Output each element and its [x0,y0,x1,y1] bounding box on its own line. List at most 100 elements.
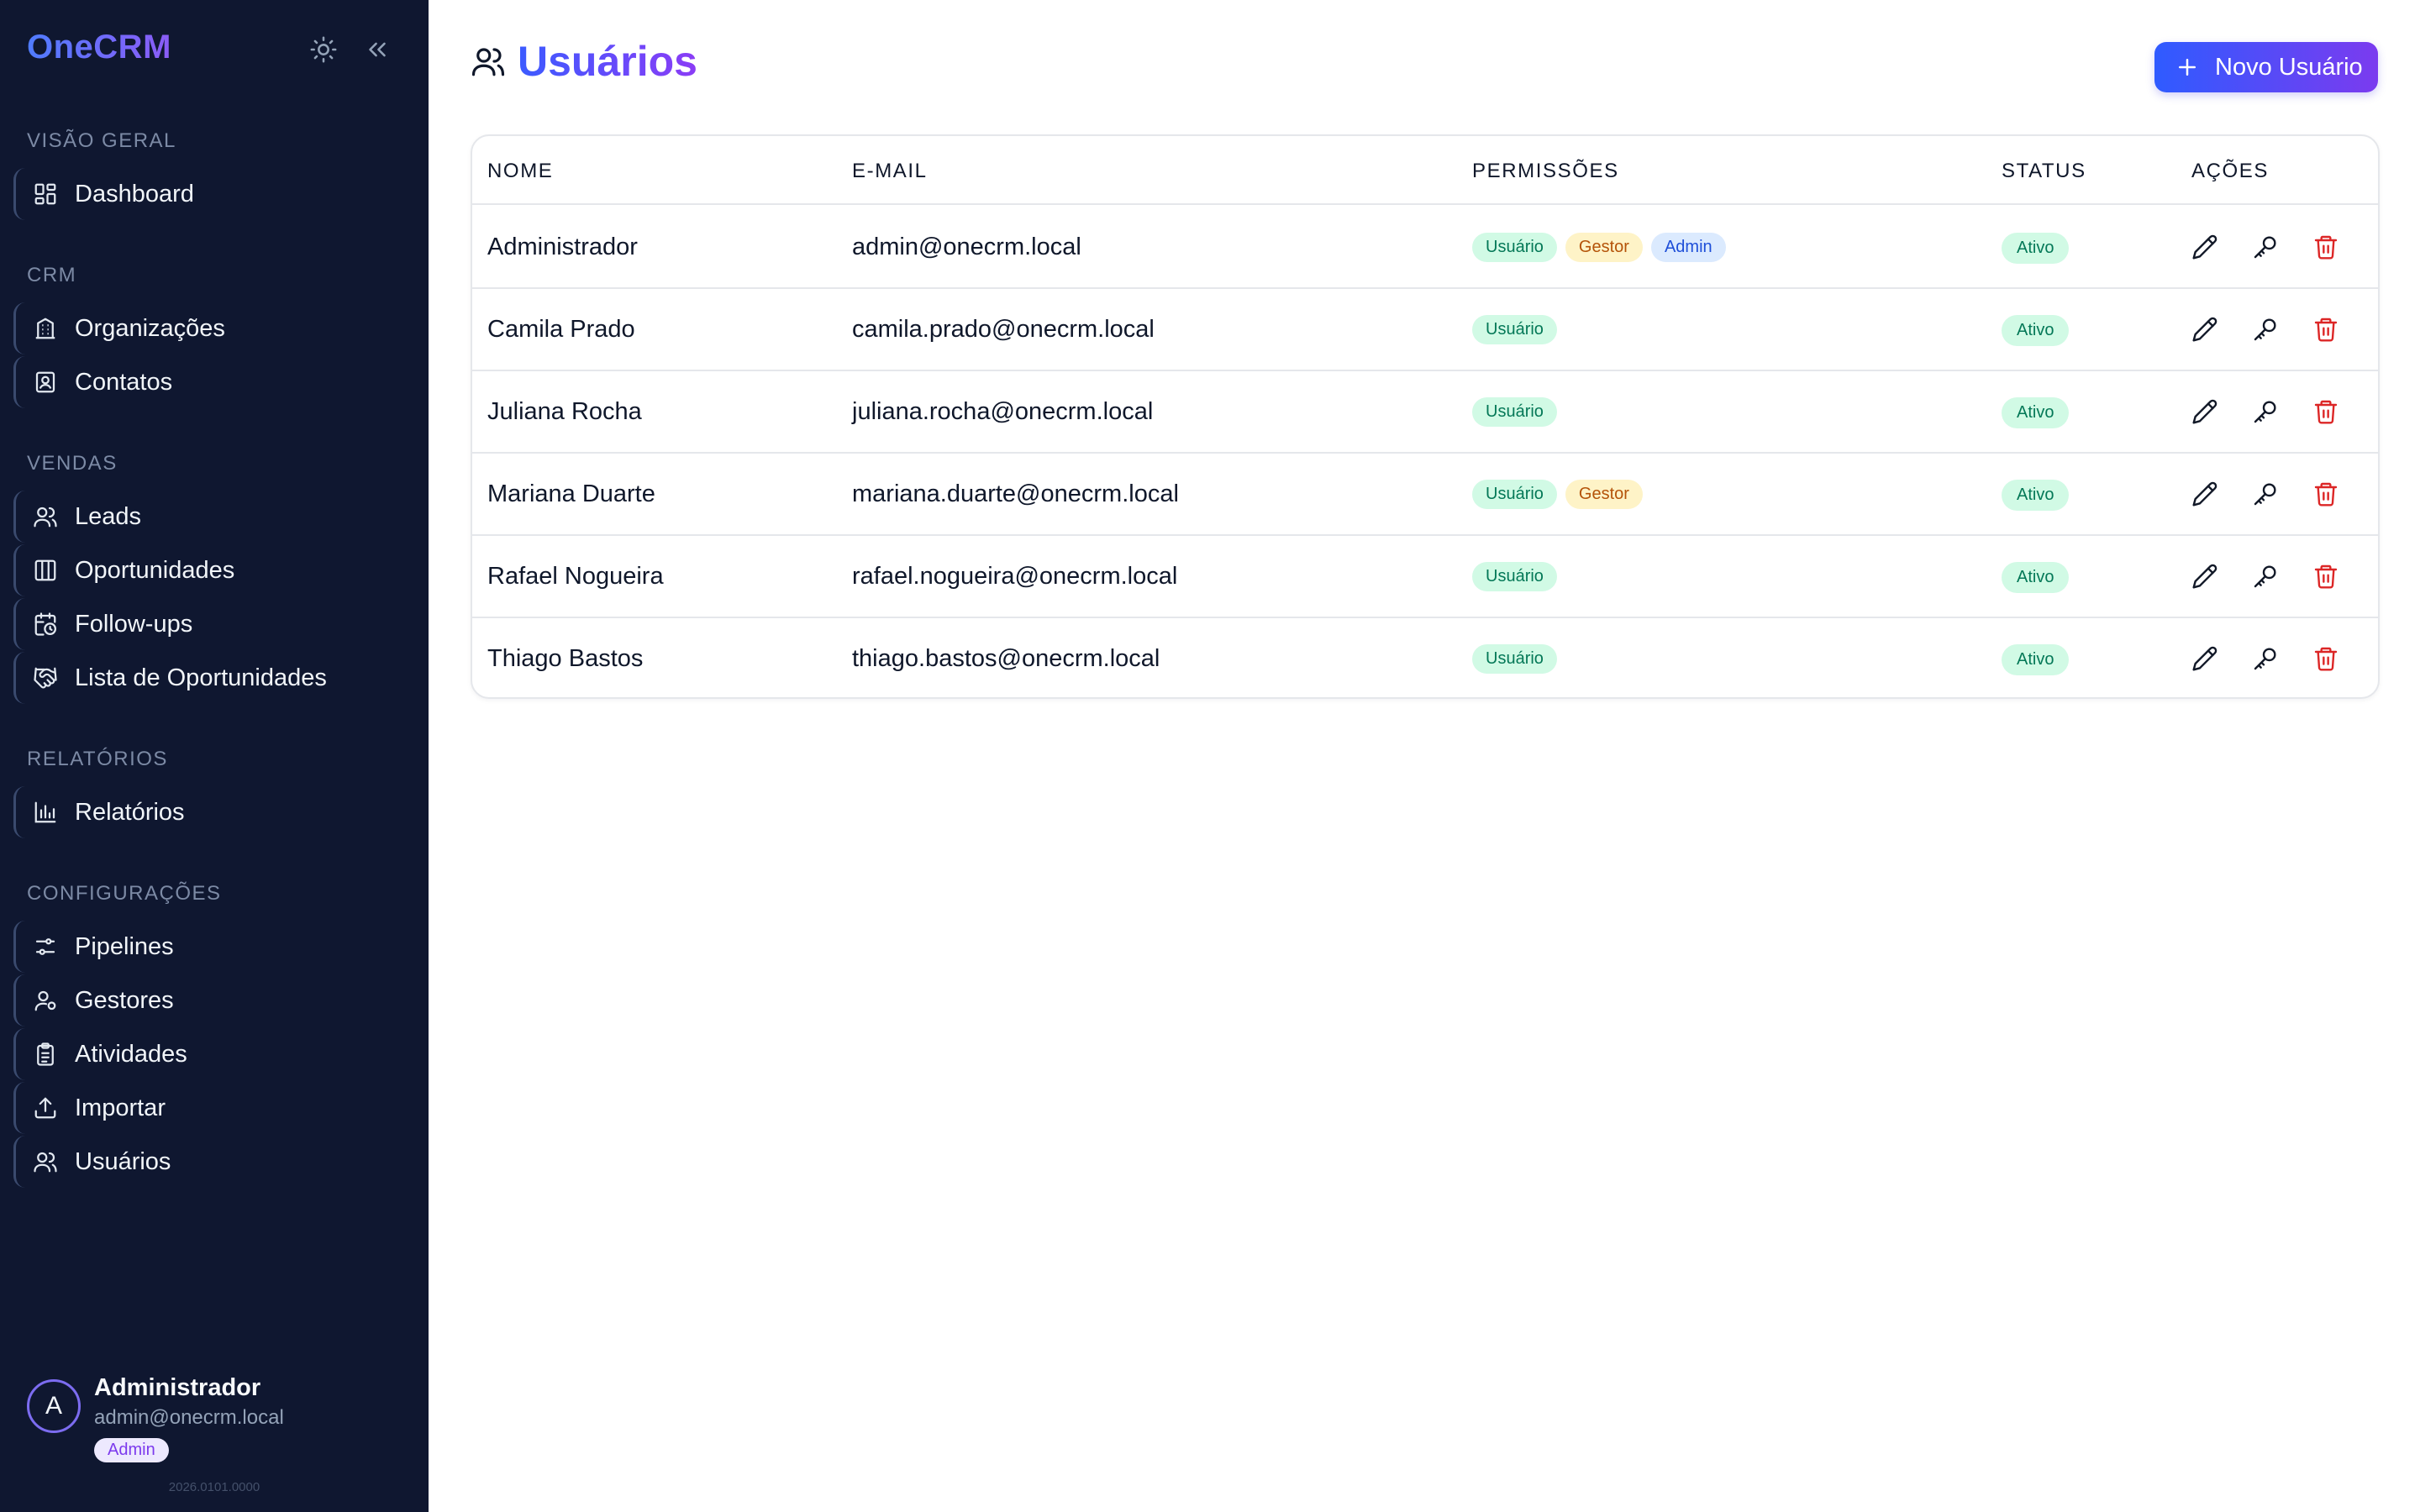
edit-icon[interactable] [2191,645,2218,672]
sidebar-item-label: Organizações [75,314,225,342]
key-icon[interactable] [2252,398,2279,425]
actions-cell [2191,454,2339,534]
sidebar-item-label: Leads [75,502,142,530]
key-icon[interactable] [2252,234,2279,260]
table-row: Juliana Rocha juliana.rocha@onecrm.local U… [472,371,2378,454]
key-icon[interactable] [2252,480,2279,507]
key-icon[interactable] [2252,316,2279,343]
sliders-icon [33,934,58,959]
status-badge: Ativo [2002,396,2070,428]
trash-icon[interactable] [2312,398,2339,425]
user-email-cell: mariana.duarte@onecrm.local [852,480,1179,507]
handshake-icon [33,665,58,690]
permissions-cell: Usuário [1472,618,1565,699]
plus-icon [2175,55,2200,80]
user-email-cell: admin@onecrm.local [852,233,1081,260]
sidebar-item-gestores[interactable]: Gestores [13,974,400,1026]
actions-cell [2191,289,2339,370]
permission-badge: Usuário [1472,479,1557,509]
user-name-cell: Administrador [487,233,638,260]
sidebar-item-oportunidades[interactable]: Oportunidades [13,544,400,596]
column-header-acoes: AÇÕES [2191,160,2270,182]
key-icon[interactable] [2252,563,2279,590]
layout-dashboard-icon [33,181,58,207]
new-user-button[interactable]: Novo Usuário [2154,42,2378,92]
trash-icon[interactable] [2312,234,2339,260]
sidebar-item-lista-de-oportunidades[interactable]: Lista de Oportunidades [13,652,400,704]
sidebar-item-label: Follow-ups [75,610,193,638]
sidebar-item-contatos[interactable]: Contatos [13,356,400,408]
sidebar-item-label: Usuários [75,1147,171,1175]
upload-icon [33,1095,58,1121]
users-table: NOME E-MAIL PERMISSÕES STATUS AÇÕES Admi… [471,134,2380,699]
status-cell: Ativo [2002,618,2070,699]
trash-icon[interactable] [2312,316,2339,343]
edit-icon[interactable] [2191,398,2218,425]
permissions-cell: Usuário [1472,371,1565,452]
edit-icon[interactable] [2191,563,2218,590]
sidebar-item-label: Dashboard [75,180,194,207]
section-title-visao-geral: VISÃO GERAL [27,129,176,152]
app-logo[interactable]: OneCRM [27,29,171,66]
edit-icon[interactable] [2191,316,2218,343]
sidebar-item-label: Atividades [75,1040,187,1068]
permission-badge: Usuário [1472,314,1557,344]
sidebar-item-dashboard[interactable]: Dashboard [13,168,400,220]
sidebar-item-follow-ups[interactable]: Follow-ups [13,598,400,650]
column-header-status[interactable]: STATUS [2002,160,2086,183]
sidebar-item-leads[interactable]: Leads [13,491,400,543]
sidebar-item-label: Oportunidades [75,556,235,584]
sidebar-item-pipelines[interactable]: Pipelines [13,921,400,973]
new-user-button-label: Novo Usuário [2215,53,2363,81]
section-title-configuracoes: CONFIGURAÇÕES [27,882,222,905]
edit-icon[interactable] [2191,234,2218,260]
trash-icon[interactable] [2312,645,2339,672]
users-icon [33,504,58,529]
status-cell: Ativo [2002,289,2070,370]
trash-icon[interactable] [2312,563,2339,590]
actions-cell [2191,207,2339,287]
actions-cell [2191,371,2339,452]
permissions-cell: Usuário [1472,289,1565,370]
section-title-crm: CRM [27,264,77,286]
column-header-nome[interactable]: NOME [487,160,553,183]
permission-badge: Usuário [1472,643,1557,674]
users-icon [471,44,506,79]
user-role-badge: Admin [94,1438,169,1462]
sidebar-item-organizacoes[interactable]: Organizações [13,302,400,354]
sidebar-item-atividades[interactable]: Atividades [13,1028,400,1080]
status-badge: Ativo [2002,561,2070,593]
sun-icon[interactable] [309,35,338,64]
column-header-permissoes[interactable]: PERMISSÕES [1472,160,1619,183]
chevrons-left-icon[interactable] [363,35,392,64]
user-name-cell: Rafael Nogueira [487,562,664,590]
user-email-cell: juliana.rocha@onecrm.local [852,397,1154,425]
sidebar-item-usuarios[interactable]: Usuários [13,1136,400,1188]
building-icon [33,316,58,341]
sidebar-item-label: Relatórios [75,798,185,826]
status-cell: Ativo [2002,371,2070,452]
user-name-cell: Thiago Bastos [487,644,644,672]
edit-icon[interactable] [2191,480,2218,507]
actions-cell [2191,618,2339,699]
section-title-relatorios: RELATÓRIOS [27,748,168,770]
users-icon [33,1149,58,1174]
sidebar-item-label: Pipelines [75,932,174,960]
table-header: NOME E-MAIL PERMISSÕES STATUS AÇÕES [472,136,2378,205]
clipboard-list-icon [33,1042,58,1067]
actions-cell [2191,536,2339,617]
sidebar-item-relatorios[interactable]: Relatórios [13,786,400,838]
key-icon[interactable] [2252,645,2279,672]
trash-icon[interactable] [2312,480,2339,507]
sidebar-item-importar[interactable]: Importar [13,1082,400,1134]
permission-badge: Usuário [1472,561,1557,591]
user-name: Administrador [94,1374,261,1401]
status-badge: Ativo [2002,643,2070,675]
page-header: Usuários [471,37,697,86]
calendar-clock-icon [33,612,58,637]
user-name-cell: Juliana Rocha [487,397,642,425]
sidebar-item-label: Contatos [75,368,173,396]
column-header-email[interactable]: E-MAIL [852,160,928,183]
columns-icon [33,558,58,583]
status-cell: Ativo [2002,207,2070,287]
